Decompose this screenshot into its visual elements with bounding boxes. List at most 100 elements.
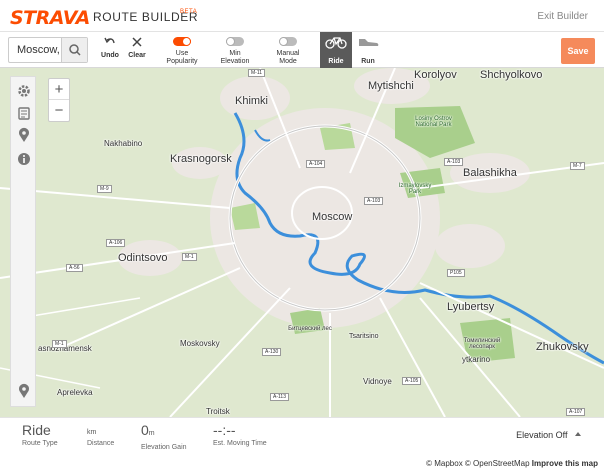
toolbar: Undo Clear Use Popularity Min Elevation …	[0, 32, 604, 68]
distance-label: Distance	[87, 440, 115, 447]
elevation-value: 0	[141, 422, 149, 438]
road-shield: M-1	[182, 253, 197, 261]
run-label: Run	[361, 58, 375, 65]
map-attribution: © Mapbox © OpenStreetMap Improve this ma…	[0, 457, 604, 472]
min-elevation-toggle[interactable]: Min Elevation	[215, 34, 255, 66]
manual-mode-label: Manual Mode	[276, 50, 300, 65]
clear-button[interactable]: Clear	[125, 34, 149, 60]
route-builder-app: STRAVA ROUTE BUILDER BETA Exit Builder U…	[0, 0, 604, 472]
undo-label: Undo	[101, 52, 119, 59]
route-type-label: Route Type	[22, 440, 58, 447]
place-label: Shchyolkovo	[480, 69, 543, 81]
distance-stat: km Distance	[87, 422, 114, 447]
road-shield: A-103	[364, 197, 384, 205]
road-shield: M-9	[97, 185, 112, 193]
route-type-stat: Ride Route Type	[22, 422, 58, 447]
min-elevation-label: Min Elevation	[220, 50, 250, 65]
min-elevation-switch[interactable]	[226, 37, 244, 46]
manual-mode-toggle[interactable]: Manual Mode	[268, 34, 308, 66]
place-label: Odintsovo	[118, 252, 168, 264]
popularity-switch[interactable]	[173, 37, 191, 46]
osm-link[interactable]: © OpenStreetMap	[465, 459, 530, 468]
search-icon	[69, 44, 81, 56]
search-input[interactable]	[9, 38, 65, 62]
road-shield: A-130	[262, 348, 282, 356]
chevron-up-icon	[575, 432, 581, 436]
road-shield: A-105	[402, 377, 422, 385]
place-label: Losiny Ostrov National Park	[415, 116, 452, 128]
strava-logo[interactable]: STRAVA	[10, 7, 90, 29]
run-mode-button[interactable]: Run	[353, 32, 383, 68]
place-label: Moscow	[312, 211, 353, 223]
elevation-toggle-button[interactable]: Elevation Off	[516, 430, 582, 440]
bicycle-icon	[325, 37, 347, 49]
place-label: Korolyov	[414, 69, 457, 81]
marker-icon[interactable]	[16, 383, 32, 399]
place-label: Nakhabino	[104, 139, 143, 148]
popularity-label: Use Popularity	[166, 50, 198, 65]
place-label: Битцевский лес	[288, 326, 332, 332]
use-popularity-toggle[interactable]: Use Popularity	[160, 34, 204, 66]
clear-label: Clear	[128, 52, 146, 59]
road-shield: A-106	[106, 239, 126, 247]
map-side-panel	[10, 76, 36, 407]
undo-icon	[104, 37, 115, 44]
place-label: Tsaritsino	[349, 333, 379, 340]
place-label: Mytishchi	[368, 80, 414, 92]
road-shield: A-56	[66, 264, 83, 272]
place-label: Aprelevka	[57, 388, 93, 397]
place-label: Troitsk	[206, 407, 230, 416]
route-stats-bar: Ride Route Type km Distance 0m Elevation…	[0, 417, 604, 457]
moving-time-label: Est. Moving Time	[213, 440, 267, 447]
place-label: Izmaylovsky Park	[398, 183, 432, 195]
road-shield: P105	[447, 269, 465, 277]
place-label: Krasnogorsk	[170, 153, 232, 165]
road-shield: M-7	[570, 162, 585, 170]
place-label: Томилинский лесопарк	[463, 338, 501, 350]
distance-unit: km	[87, 429, 97, 436]
elevation-unit: m	[148, 430, 155, 437]
route-type-value: Ride	[22, 422, 51, 438]
ride-mode-button[interactable]: Ride	[320, 32, 352, 68]
moving-time-value: --:--	[213, 422, 236, 438]
improve-map-link[interactable]: Improve this map	[532, 459, 598, 468]
road-shield: A-107	[566, 408, 586, 416]
save-button[interactable]: Save	[561, 38, 595, 64]
place-label: Moskovsky	[180, 339, 220, 348]
road-shield: A-113	[270, 393, 289, 401]
header-bar: STRAVA ROUTE BUILDER BETA Exit Builder	[0, 0, 604, 32]
zoom-control: + −	[48, 78, 70, 122]
lyubertsy-urban-area	[435, 224, 505, 268]
shoe-icon	[359, 39, 379, 46]
mapbox-link[interactable]: © Mapbox	[426, 459, 463, 468]
place-label: Khimki	[235, 95, 269, 107]
manual-mode-switch[interactable]	[279, 37, 297, 46]
place-label: ytkarino	[462, 355, 491, 364]
ride-label: Ride	[328, 58, 344, 65]
place-label: Vidnoye	[363, 377, 392, 386]
gear-icon[interactable]	[16, 83, 32, 99]
list-icon[interactable]	[16, 105, 32, 121]
elevation-stat: 0m Elevation Gain	[141, 422, 187, 451]
elevation-label: Elevation Gain	[141, 444, 187, 451]
road-shield: M-1	[52, 340, 67, 348]
elevation-toggle-label: Elevation Off	[516, 430, 568, 440]
location-pin-icon[interactable]	[16, 127, 32, 143]
place-label: Lyubertsy	[447, 301, 495, 313]
elevation-value-row: 0m	[141, 422, 187, 442]
location-search	[8, 37, 88, 63]
road-shield: A-104	[306, 160, 326, 168]
road-shield: A-103	[444, 158, 464, 166]
close-icon	[132, 37, 142, 47]
zoom-in-button[interactable]: +	[49, 79, 69, 100]
exit-builder-link[interactable]: Exit Builder	[537, 11, 588, 22]
place-label: Balashikha	[463, 167, 517, 179]
beta-badge: BETA	[180, 9, 198, 15]
info-icon[interactable]	[16, 151, 32, 167]
road-shield: M-11	[248, 69, 266, 77]
undo-button[interactable]: Undo	[98, 34, 122, 60]
map-canvas[interactable]: Korolyov Shchyolkovo Mytishchi Khimki Lo…	[0, 68, 604, 417]
zoom-out-button[interactable]: −	[49, 100, 69, 121]
map-graphics	[0, 68, 604, 417]
search-button[interactable]	[61, 38, 87, 62]
